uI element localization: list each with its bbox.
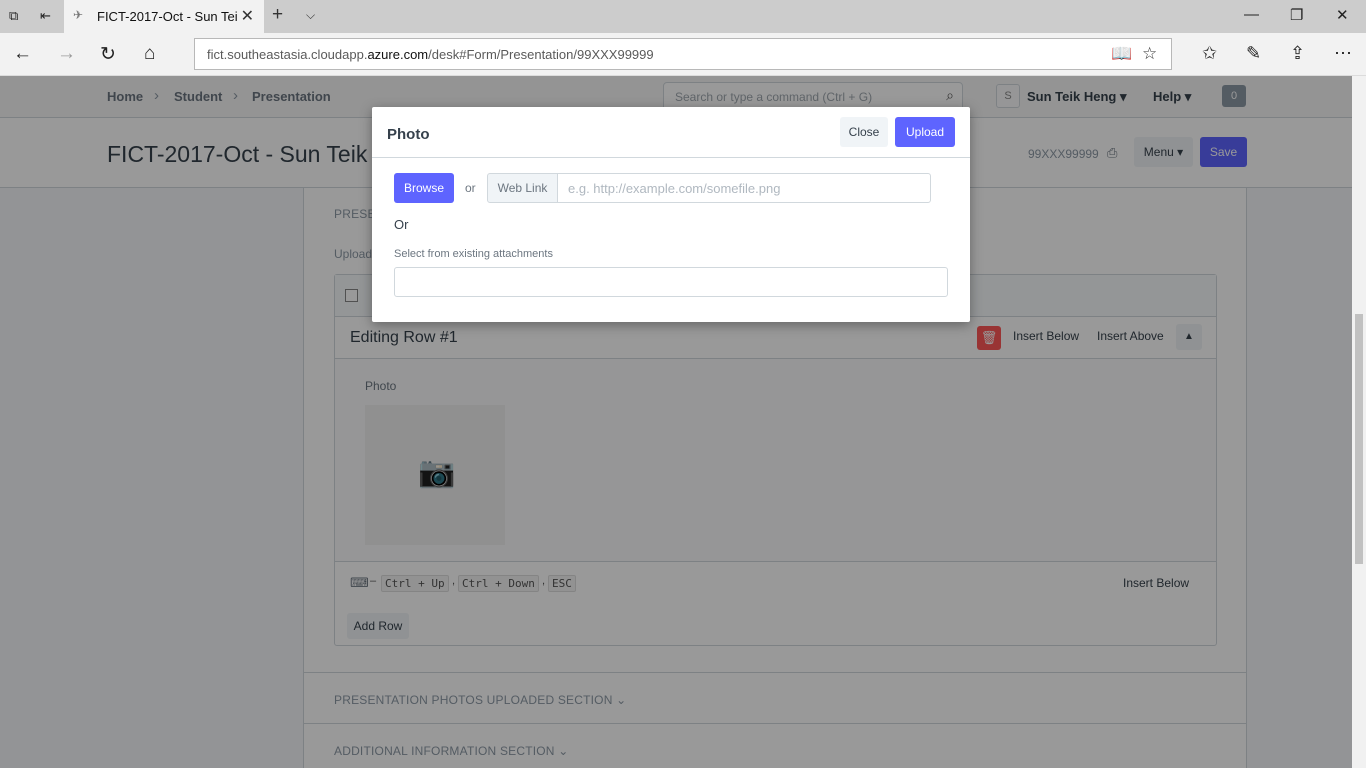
forward-icon[interactable]: → <box>57 43 76 65</box>
tab-close-icon[interactable]: ✕ <box>241 6 254 26</box>
favorites-hub-icon[interactable]: ✩ <box>1202 43 1217 64</box>
favorite-star-icon[interactable]: ☆ <box>1142 44 1157 64</box>
tab-manager-icon[interactable]: ⧉ <box>9 8 18 24</box>
upload-button[interactable]: Upload <box>895 117 955 147</box>
web-note-icon[interactable]: ✎ <box>1246 43 1261 64</box>
minimize-icon[interactable]: — <box>1244 6 1259 23</box>
dialog-title: Photo <box>387 126 430 143</box>
browser-address-bar: ← → ↻ ⌂ fict.southeastasia.cloudapp.azur… <box>0 33 1366 76</box>
url-field[interactable]: fict.southeastasia.cloudapp.azure.com/de… <box>194 38 1172 70</box>
browser-tab-bar: ⧉ ⇤ ✈ FICT-2017-Oct - Sun Tei ✕ + ⌵ — ❐ … <box>0 0 1366 33</box>
refresh-icon[interactable]: ↻ <box>100 43 116 66</box>
scrollbar-thumb[interactable] <box>1355 314 1363 564</box>
window-close-icon[interactable]: ✕ <box>1336 6 1349 24</box>
url-text: fict.southeastasia.cloudapp.azure.com/de… <box>207 47 654 62</box>
browser-tab[interactable]: ✈ FICT-2017-Oct - Sun Tei ✕ <box>64 0 264 33</box>
share-icon[interactable]: ⇪ <box>1290 43 1305 64</box>
or-label: or <box>465 181 476 195</box>
web-link-addon: Web Link <box>487 173 558 203</box>
home-icon[interactable]: ⌂ <box>144 43 155 65</box>
set-tabs-aside-icon[interactable]: ⇤ <box>40 8 51 24</box>
back-icon[interactable]: ← <box>13 43 32 65</box>
more-icon[interactable]: ⋯ <box>1334 43 1352 64</box>
existing-attachments-label: Select from existing attachments <box>394 248 553 260</box>
dialog-divider <box>372 157 970 158</box>
reading-view-icon[interactable]: 📖 <box>1111 44 1132 64</box>
tab-favicon-icon: ✈ <box>73 8 84 22</box>
restore-icon[interactable]: ❐ <box>1290 6 1303 24</box>
or-separator: Or <box>394 217 409 232</box>
browse-button[interactable]: Browse <box>394 173 454 203</box>
close-button[interactable]: Close <box>840 117 888 147</box>
photo-upload-dialog: Photo Close Upload Browse or Web Link Or… <box>372 107 970 322</box>
tab-preview-chevron-icon[interactable]: ⌵ <box>306 8 315 23</box>
tab-title: FICT-2017-Oct - Sun Tei <box>97 9 237 24</box>
web-link-input[interactable] <box>557 173 931 203</box>
existing-attachments-select[interactable] <box>394 267 948 297</box>
page-scrollbar[interactable] <box>1352 76 1366 768</box>
new-tab-icon[interactable]: + <box>272 4 283 26</box>
